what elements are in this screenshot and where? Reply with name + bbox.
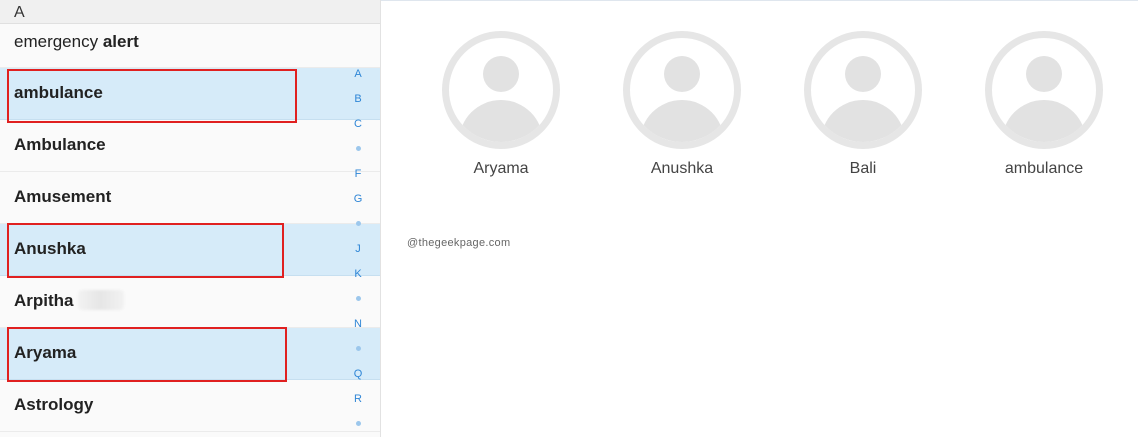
avatar-placeholder-icon <box>623 31 741 149</box>
member-name: Bali <box>849 160 877 177</box>
member-card-ambulance[interactable]: ambulance <box>969 31 1119 178</box>
index-letter-g[interactable]: G <box>336 193 380 205</box>
contacts-list-pane[interactable]: A emergency alert ambulance Ambulance Am… <box>0 0 381 437</box>
blurred-surname <box>78 290 124 310</box>
member-name: ambulance <box>1004 160 1084 177</box>
contact-row-ambulance-lower[interactable]: ambulance <box>0 68 380 120</box>
index-letter-b[interactable]: B <box>336 93 380 105</box>
contact-name: ambulance <box>14 83 103 102</box>
contact-name: emergency alert <box>14 32 139 51</box>
index-letter-c[interactable]: C <box>336 118 380 130</box>
contact-name: Aryama <box>14 343 77 362</box>
contact-name: Amusement <box>14 187 112 206</box>
index-letter-k[interactable]: K <box>336 268 380 280</box>
index-dot[interactable] <box>356 296 361 301</box>
contact-row-anushka[interactable]: Anushka <box>0 224 380 276</box>
index-dot[interactable] <box>356 221 361 226</box>
member-card-anushka[interactable]: Anushka <box>607 31 757 178</box>
section-header: A <box>0 0 380 24</box>
alphabet-index[interactable]: A B C F G J K N Q R <box>336 66 380 437</box>
index-letter-q[interactable]: Q <box>336 368 380 380</box>
member-card-aryama[interactable]: Aryama <box>426 31 576 178</box>
avatar-placeholder-icon <box>985 31 1103 149</box>
index-letter-j[interactable]: J <box>336 243 380 255</box>
member-name: Anushka <box>650 160 714 177</box>
contact-row-emergency-alert[interactable]: emergency alert <box>0 24 380 68</box>
contact-row-arpitha[interactable]: Arpitha <box>0 276 380 328</box>
index-letter-a[interactable]: A <box>336 68 380 80</box>
index-letter-f[interactable]: F <box>336 168 380 180</box>
index-letter-n[interactable]: N <box>336 318 380 330</box>
contact-name: Anushka <box>14 239 86 258</box>
watermark-text: @thegeekpage.com <box>407 237 511 249</box>
group-members-pane: Aryama Anushka Bali ambulance @thegeekpa… <box>381 0 1138 437</box>
contact-row-aryama[interactable]: Aryama <box>0 328 380 380</box>
member-card-bali[interactable]: Bali <box>788 31 938 178</box>
contacts-app: A emergency alert ambulance Ambulance Am… <box>0 0 1138 437</box>
avatar-placeholder-icon <box>804 31 922 149</box>
index-dot[interactable] <box>356 146 361 151</box>
contact-row-astrology[interactable]: Astrology <box>0 380 380 432</box>
contact-row-ambulance-upper[interactable]: Ambulance <box>0 120 380 172</box>
contact-name: Ambulance <box>14 135 106 154</box>
avatar-placeholder-icon <box>442 31 560 149</box>
contact-row-amusement[interactable]: Amusement <box>0 172 380 224</box>
member-name: Aryama <box>473 160 529 177</box>
index-dot[interactable] <box>356 346 361 351</box>
index-dot[interactable] <box>356 421 361 426</box>
index-letter-r[interactable]: R <box>336 393 380 405</box>
contact-name: Astrology <box>14 395 94 414</box>
section-header-letter: A <box>14 4 25 21</box>
contact-name: Arpitha <box>14 291 74 310</box>
